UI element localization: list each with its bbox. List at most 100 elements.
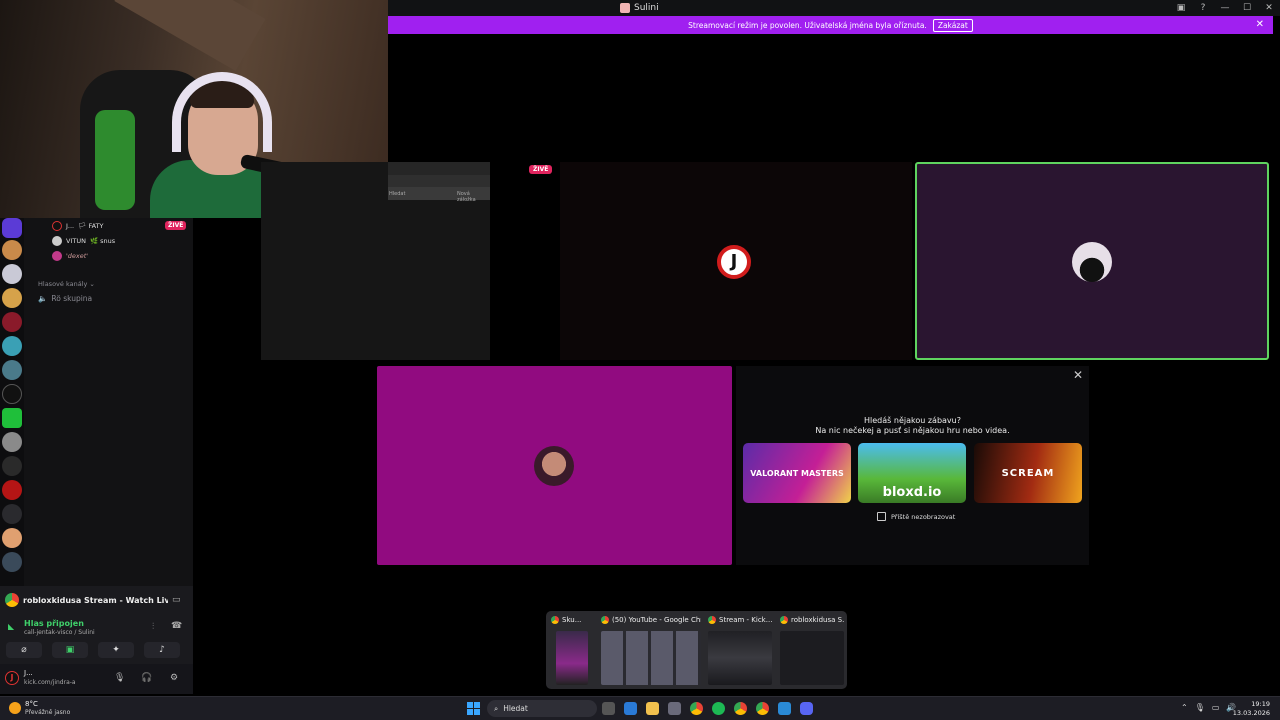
window-titlebar: Sulini ▣ ? — ☐ ✕ xyxy=(388,0,1280,16)
participant-tile[interactable]: J xyxy=(560,162,912,360)
screen-share-button[interactable]: ▣ xyxy=(52,642,88,658)
server-icon-home[interactable] xyxy=(2,218,22,238)
photos-icon[interactable] xyxy=(778,702,791,715)
server-icon[interactable] xyxy=(2,552,22,572)
camera-off-button[interactable]: ⌀ xyxy=(6,642,42,658)
file-explorer-icon[interactable] xyxy=(646,702,659,715)
member-name: J... xyxy=(66,222,75,230)
search-icon: ⌕ xyxy=(494,703,499,713)
maximize-button[interactable]: ☐ xyxy=(1242,3,1252,13)
thumbnail-title[interactable]: Sku... xyxy=(551,616,595,624)
thumbnail-title[interactable]: (50) YouTube - Google Chr... xyxy=(601,616,701,624)
server-icon[interactable] xyxy=(2,384,22,404)
task-view-icon[interactable] xyxy=(602,702,615,715)
user-name[interactable]: J... xyxy=(24,669,33,677)
channel-sidebar: J... 🏳 FATY ŽIVĚ VITUN 🌿 snus 'dexet' Hl… xyxy=(24,218,193,586)
game-title: bloxd.io xyxy=(882,485,942,500)
clock-date: 13.03.2026 xyxy=(1232,709,1270,717)
screen-text: Nová záložka xyxy=(457,191,476,203)
voice-status[interactable]: Hlas připojen xyxy=(24,619,84,628)
participant-tile[interactable] xyxy=(377,366,732,565)
suggestion-close-icon[interactable]: ✕ xyxy=(1073,368,1083,382)
screen-share-tile[interactable]: Hledat Nová záložka xyxy=(261,162,490,360)
clock[interactable]: 19:19 13.03.2026 xyxy=(1233,700,1270,718)
spotify-icon[interactable] xyxy=(712,702,725,715)
game-card-bloxd[interactable]: bloxd.io xyxy=(858,443,966,503)
activity-text: robloxkidusa Stream - Watch Live on Ki..… xyxy=(23,595,168,605)
server-icon[interactable] xyxy=(2,432,22,452)
user-avatar[interactable]: J xyxy=(5,671,19,685)
member-row[interactable]: 'dexet' xyxy=(52,250,88,262)
headphones-icon[interactable]: 🎧 xyxy=(141,673,152,683)
minimize-button[interactable]: — xyxy=(1220,3,1230,13)
thumbnail-title[interactable]: robloxkidusa S... xyxy=(780,616,844,624)
weather-icon[interactable] xyxy=(9,702,21,714)
weather-temperature[interactable]: 8°C xyxy=(25,700,38,708)
streamer-mode-message: Streamovací režim je povolen. Uživatelsk… xyxy=(688,20,927,30)
chrome-icon[interactable] xyxy=(756,702,769,715)
copilot-icon[interactable] xyxy=(624,702,637,715)
gear-icon[interactable]: ⚙ xyxy=(170,673,178,683)
server-icon[interactable] xyxy=(2,408,22,428)
server-icon[interactable] xyxy=(2,336,22,356)
activities-button[interactable]: ✦ xyxy=(98,642,134,658)
discord-icon[interactable] xyxy=(800,702,813,715)
user-status: kick.com/jindra-a xyxy=(24,679,76,686)
screen-icon[interactable]: ▭ xyxy=(172,595,181,605)
server-icon[interactable] xyxy=(2,456,22,476)
server-icon[interactable] xyxy=(2,312,22,332)
server-icon[interactable] xyxy=(2,360,22,380)
store-icon[interactable] xyxy=(668,702,681,715)
server-icon[interactable] xyxy=(2,240,22,260)
member-name: 'dexet' xyxy=(66,252,89,260)
participant-avatar xyxy=(1072,242,1112,282)
dont-show-again-label[interactable]: Příště nezobrazovat xyxy=(891,513,955,521)
network-icon[interactable]: ▭ xyxy=(1212,703,1220,712)
taskbar-search[interactable]: ⌕ Hledat xyxy=(487,700,597,717)
microphone-icon[interactable]: 🎙 xyxy=(1195,703,1205,712)
member-row[interactable]: VITUN 🌿 snus xyxy=(52,235,115,247)
inbox-icon[interactable]: ▣ xyxy=(1176,3,1186,13)
voice-channel[interactable]: 🔈 Rö skupina xyxy=(38,294,92,303)
member-tag: 🏳 FATY xyxy=(78,222,104,230)
chrome-icon[interactable] xyxy=(690,702,703,715)
server-icon[interactable] xyxy=(2,288,22,308)
disable-streamer-mode-button[interactable]: Zakázat xyxy=(932,18,973,32)
game-card-scream[interactable]: SCREAM xyxy=(974,443,1082,503)
activity-suggestion-panel: ✕ Hledáš nějakou zábavu? Na nic nečekej … xyxy=(736,366,1089,565)
window-thumbnail[interactable] xyxy=(601,631,701,685)
dont-show-again-checkbox[interactable] xyxy=(877,512,886,521)
window-thumbnail[interactable] xyxy=(708,631,772,685)
start-button[interactable] xyxy=(467,702,480,715)
server-icon[interactable] xyxy=(2,504,22,524)
game-card-valorant[interactable]: VALORANT MASTERS xyxy=(743,443,851,503)
browser-titlebar xyxy=(388,162,490,175)
window-thumbnail[interactable] xyxy=(556,631,588,685)
participant-tile-speaking[interactable] xyxy=(915,162,1269,360)
thumbnail-label: Stream - Kick... xyxy=(719,616,773,624)
window-title: Sulini xyxy=(634,3,659,13)
voice-channels-header[interactable]: Hlasové kanály ⌄ xyxy=(38,280,95,288)
chrome-icon[interactable] xyxy=(734,702,747,715)
soundboard-button[interactable]: ♪ xyxy=(144,642,180,658)
suggestion-heading: Hledáš nějakou zábavu? xyxy=(864,416,961,425)
member-row[interactable]: J... 🏳 FATY xyxy=(52,220,103,232)
thumbnail-label: robloxkidusa S... xyxy=(791,616,844,624)
avatar xyxy=(52,236,62,246)
server-icon[interactable] xyxy=(2,480,22,500)
chevron-up-icon[interactable]: ⌃ xyxy=(1181,703,1188,712)
weather-condition[interactable]: Převážně jasno xyxy=(25,709,70,716)
activity-bar[interactable]: robloxkidusa Stream - Watch Live on Ki..… xyxy=(0,586,193,614)
disconnect-icon[interactable]: ☎ xyxy=(171,621,182,631)
server-icon[interactable] xyxy=(2,528,22,548)
help-icon[interactable]: ? xyxy=(1198,3,1208,13)
soundwave-icon[interactable]: ⫶ xyxy=(152,622,154,632)
ceiling-beam xyxy=(114,0,266,71)
chair-stripe xyxy=(95,110,135,210)
close-window-button[interactable]: ✕ xyxy=(1264,3,1274,13)
window-thumbnail[interactable] xyxy=(780,631,844,685)
banner-close-icon[interactable]: ✕ xyxy=(1256,19,1264,30)
server-icon[interactable] xyxy=(2,264,22,284)
thumbnail-title[interactable]: Stream - Kick... xyxy=(708,616,774,624)
microphone-icon[interactable]: 🎙 xyxy=(114,673,125,683)
